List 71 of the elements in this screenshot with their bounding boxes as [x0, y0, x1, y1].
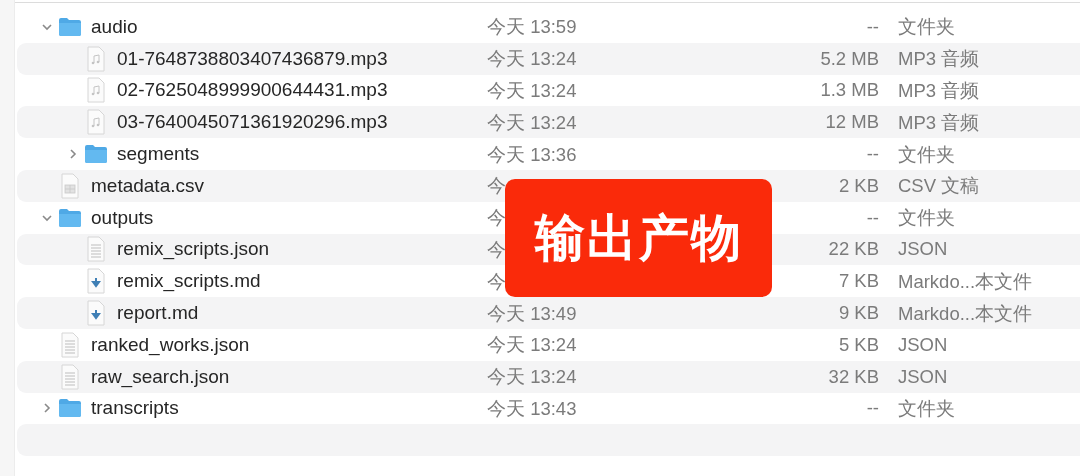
- file-name: outputs: [91, 206, 154, 229]
- document-icon: [59, 331, 81, 358]
- file-name: 02-7625048999900644431.mp3: [117, 79, 388, 102]
- file-kind: JSON: [898, 333, 948, 355]
- folder-icon: [58, 398, 82, 419]
- modified-date: 今: [487, 175, 506, 197]
- music-file-icon: [85, 77, 107, 104]
- file-name: raw_search.json: [91, 365, 230, 388]
- file-name: report.md: [117, 302, 199, 325]
- modified-date: 今天 13:24: [487, 48, 577, 70]
- file-kind: MP3 音频: [898, 80, 980, 101]
- file-kind: JSON: [898, 238, 948, 260]
- file-kind: MP3 音频: [898, 48, 980, 70]
- file-name: ranked_works.json: [91, 333, 250, 356]
- file-kind: 文件夹: [898, 143, 955, 165]
- file-size: --: [866, 143, 879, 165]
- folder-icon: [58, 16, 82, 37]
- download-arrow-file-icon: [85, 268, 107, 295]
- file-size: 5.2 MB: [820, 47, 879, 69]
- file-kind: CSV 文稿: [898, 175, 980, 197]
- file-size: 5 KB: [838, 333, 879, 355]
- modified-date: 今天 13:59: [487, 16, 577, 38]
- file-name: transcripts: [91, 397, 179, 420]
- music-file-icon: [85, 45, 107, 72]
- modified-date: 今: [487, 238, 506, 260]
- file-row[interactable]: raw_search.json 今天 13:24 32 KB JSON: [17, 360, 1080, 393]
- overlay-label: 输出产物: [505, 179, 772, 297]
- modified-date: 今天 13:24: [487, 366, 577, 388]
- file-kind: JSON: [898, 365, 948, 387]
- music-file-icon: [85, 109, 107, 136]
- download-arrow-file-icon: [85, 300, 107, 327]
- file-kind: Markdo...本文件: [898, 270, 1033, 292]
- modified-date: 今天 13:24: [487, 80, 577, 101]
- file-size: 22 KB: [828, 238, 879, 260]
- file-kind: 文件夹: [898, 16, 955, 38]
- modified-date: 今天 13:43: [487, 397, 577, 419]
- file-kind: MP3 音频: [898, 111, 980, 133]
- file-size: 2 KB: [838, 174, 879, 196]
- expand-chevron-icon[interactable]: [41, 402, 53, 415]
- expand-chevron-icon[interactable]: [67, 148, 79, 161]
- folder-icon: [58, 207, 82, 228]
- file-size: --: [866, 206, 879, 228]
- modified-date: 今天 13:24: [487, 111, 577, 133]
- file-row[interactable]: report.md 今天 13:49 9 KB Markdo...本文件: [17, 297, 1080, 329]
- file-size: 9 KB: [838, 302, 879, 324]
- file-kind: 文件夹: [898, 207, 955, 229]
- file-name: segments: [117, 143, 200, 166]
- file-name: remix_scripts.md: [117, 270, 261, 293]
- folder-icon: [84, 144, 108, 165]
- file-name: 03-7640045071361920296.mp3: [117, 111, 388, 134]
- file-row[interactable]: 03-7640045071361920296.mp3 今天 13:24 12 MB MP3 音频: [17, 106, 1080, 139]
- file-name: metadata.csv: [91, 174, 204, 197]
- modified-date: 今天 13:24: [487, 334, 577, 356]
- modified-date: 今: [487, 207, 506, 229]
- file-name: remix_scripts.json: [117, 238, 270, 261]
- file-name: 01-7648738803407436879.mp3: [117, 47, 388, 70]
- modified-date: 今: [487, 270, 506, 292]
- document-icon: [59, 363, 81, 390]
- file-size: 12 MB: [825, 111, 879, 133]
- file-size: --: [866, 397, 879, 419]
- file-size: 1.3 MB: [820, 79, 879, 101]
- file-size: 7 KB: [838, 270, 879, 292]
- file-kind: 文件夹: [898, 397, 955, 419]
- file-kind: Markdo...本文件: [898, 302, 1033, 324]
- file-name: audio: [91, 15, 138, 38]
- modified-date: 今天 13:36: [487, 143, 577, 165]
- document-icon: [85, 236, 107, 263]
- file-row[interactable]: 01-7648738803407436879.mp3 今天 13:24 5.2 MB MP3 音频: [17, 42, 1080, 75]
- file-size: --: [866, 15, 879, 37]
- file-size: 32 KB: [828, 365, 879, 387]
- modified-date: 今天 13:49: [487, 302, 577, 324]
